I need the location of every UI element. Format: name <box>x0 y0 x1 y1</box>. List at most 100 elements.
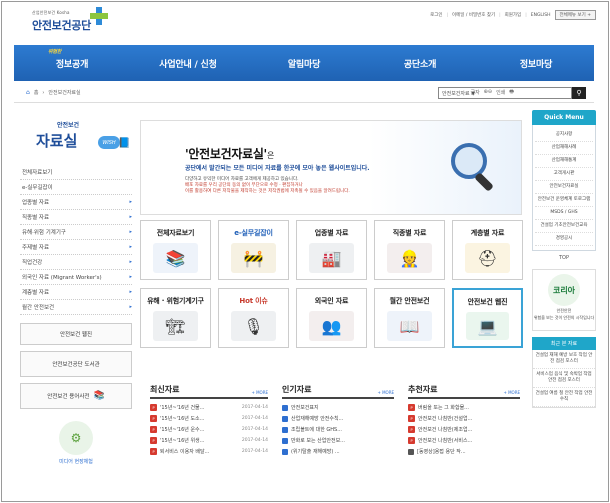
more-link[interactable]: + MORE <box>503 390 520 395</box>
tile-label: 월간 안전보건 <box>389 297 430 305</box>
sitemap-button[interactable]: 전체메뉴 보기 + <box>554 10 596 20</box>
list-item[interactable]: P 버림을 또는 그 화합물... <box>408 402 520 413</box>
list-item[interactable]: 조립볼트에 대한 GHS... <box>282 424 394 435</box>
quick-menu-item[interactable]: 건설업 기초안전보건교육 <box>535 220 593 233</box>
tile-e-guide[interactable]: e-실무길잡이 🚧 <box>218 220 289 280</box>
search-icon[interactable]: ⚲ <box>572 87 586 99</box>
list-item[interactable]: 안전보건표지 <box>282 402 394 413</box>
people-icon: 👥 <box>309 311 354 341</box>
document-icon <box>282 448 288 455</box>
search-select[interactable]: 안전보건자료 ▼ <box>438 87 572 99</box>
chevron-right-icon: ▸ <box>129 274 132 280</box>
nav-item-info[interactable]: 위험한 정보공개 <box>14 49 130 70</box>
side-nav-item[interactable]: 월간 안전보건 ▸ <box>20 300 132 315</box>
side-nav-item[interactable]: e-실무길잡이 <box>20 180 132 195</box>
tile-monthly[interactable]: 월간 안전보건 📖 <box>374 288 445 348</box>
quick-menu-item[interactable]: 경영공시 <box>535 233 593 246</box>
list-item[interactable]: P '15년~'16년 건물... 2017-04-14 <box>150 402 268 413</box>
list-item-text: 안전보건표지 <box>291 405 319 411</box>
hero-title: '안전보건자료실'은 <box>185 145 274 162</box>
nav-item-business[interactable]: 사업안내 / 신청 <box>130 57 246 70</box>
find-account-link[interactable]: 이메일 / 비밀번호 찾기 <box>452 12 495 18</box>
tile-level[interactable]: 계층별 자료 ⛑ <box>452 220 523 280</box>
list-item[interactable]: P 안전보건 나침반(제조업... <box>408 424 520 435</box>
chevron-right-icon: ▸ <box>129 289 132 295</box>
header: 산업안전보건 Kosha 안전보건공단 로그인 | 이메일 / 비밀번호 찾기 … <box>2 2 608 45</box>
tile-occupation[interactable]: 직종별 자료 👷 <box>374 220 445 280</box>
tile-foreigner[interactable]: 외국인 자료 👥 <box>296 288 367 348</box>
list-item[interactable]: P '15년~'16년 도소... 2017-04-14 <box>150 413 268 424</box>
recently-viewed-item[interactable]: 건설업 재해 예방 보호 작업 안전 점검 포스터 <box>533 350 595 369</box>
hero-desc-line: 이를 활용하여 다른 저작물을 제작하는 것은 저작권법에 저촉될 수 있음을 … <box>185 189 350 194</box>
nav-item-info-center[interactable]: 정보마당 <box>478 57 594 70</box>
logo[interactable]: 산업안전보건 Kosha 안전보건공단 <box>32 7 108 33</box>
list-item-text: 안전보건 나침반(건설업... <box>418 416 473 422</box>
quick-menu-item[interactable]: 안전보건자료실 <box>535 181 593 194</box>
quick-menu-title: Quick Menu <box>532 110 596 125</box>
korea-top-text: 안전안전 <box>556 308 572 313</box>
side-nav-item[interactable]: 업종별 자료 ▸ <box>20 195 132 210</box>
page-frame: 산업안전보건 Kosha 안전보건공단 로그인 | 이메일 / 비밀번호 찾기 … <box>1 1 609 502</box>
list-item-text: 산업재해예방 안전수칙... <box>291 416 344 422</box>
nav-item-label: 정보공개 <box>55 59 89 70</box>
recently-viewed-item[interactable]: 건설업 여름 철 안전 작업 안전 수칙 <box>533 388 595 407</box>
media-experience-banner[interactable]: ⚙ 미디어 현장체험 <box>20 421 132 465</box>
side-nav-item[interactable]: 직업건강 ▸ <box>20 255 132 270</box>
tile-hot-issue[interactable]: Hot 이슈 🎙 <box>218 288 289 348</box>
library-banner[interactable]: 안전보건공단 도서관 <box>20 351 132 377</box>
list-item-text: 만화로 보는 산업안전보... <box>291 438 345 444</box>
more-link[interactable]: + MORE <box>251 390 268 395</box>
quick-menu-item[interactable]: 공지사항 <box>535 129 593 142</box>
english-link[interactable]: ENGLISH <box>531 13 551 18</box>
tile-label: 업종별 자료 <box>314 229 349 237</box>
side-nav-item[interactable]: 계층별 자료 ▸ <box>20 285 132 300</box>
books-icon: 📚 <box>153 243 198 273</box>
tile-industry[interactable]: 업종별 자료 🏭 <box>296 220 367 280</box>
breadcrumb-home[interactable]: 홈 <box>34 89 39 96</box>
nav-item-notice[interactable]: 알림마당 <box>246 57 362 70</box>
side-nav-item[interactable]: 유해·위험 기계기구 ▸ <box>20 225 132 240</box>
video-icon <box>408 448 414 455</box>
pdf-icon: P <box>150 426 157 433</box>
list-item-text: 안전보건 나침반(서비스... <box>418 438 473 444</box>
list-item[interactable]: P 안전보건 나침반(서비스... <box>408 435 520 446</box>
breadcrumb-current: 안전보건자료실 <box>48 90 81 96</box>
webzine-banner[interactable]: 안전보건 웹진 <box>20 323 132 345</box>
list-item[interactable]: P 안전보건 나침반(건설업... <box>408 413 520 424</box>
side-nav-item[interactable]: 전체자료보기 <box>20 165 132 180</box>
glossary-banner[interactable]: 안전보건 용어사전 📚 <box>20 383 132 409</box>
wish-badge: WISH <box>98 136 120 149</box>
tile-all[interactable]: 전체자료보기 📚 <box>140 220 211 280</box>
tile-hazard-machinery[interactable]: 유해 · 위험기계기구 🏗 <box>140 288 211 348</box>
login-link[interactable]: 로그인 <box>430 12 442 18</box>
quick-menu-item[interactable]: 산업재해통계 <box>535 155 593 168</box>
list-item[interactable]: (위기탈출 재해예방) ... <box>282 446 394 457</box>
nav-item-about[interactable]: 공단소개 <box>362 57 478 70</box>
more-link[interactable]: + MORE <box>377 390 394 395</box>
side-nav-item[interactable]: 직종별 자료 ▸ <box>20 210 132 225</box>
quick-menu-item[interactable]: 고객게시판 <box>535 168 593 181</box>
signup-link[interactable]: 회원가입 <box>505 12 522 18</box>
side-nav-item[interactable]: 주제별 자료 ▸ <box>20 240 132 255</box>
list-item[interactable]: [동영상]용접 용단 작... <box>408 446 520 457</box>
list-item[interactable]: 산업재해예방 안전수칙... <box>282 413 394 424</box>
hero-title-suffix: 은 <box>266 151 274 160</box>
board-list: P 버림을 또는 그 화합물... P 안전보건 나침반(건설업... P 안전보건 … <box>408 402 520 457</box>
quick-menu-item[interactable]: 안전보건 운영체계 토로그램 <box>535 194 593 207</box>
recently-viewed-item[interactable]: 서비스업 음식 및 숙박업 작업 안전 점검 포스터 <box>533 369 595 388</box>
list-item[interactable]: P '15년~'16년 위생... 2017-04-14 <box>150 435 268 446</box>
side-nav-item[interactable]: 외국인 자료 (Migrant Worker's) ▸ <box>20 270 132 285</box>
magnifier-icon <box>451 143 493 191</box>
board-header: 인기자료 + MORE <box>282 384 394 399</box>
banner-label: 안전보건공단 도서관 <box>52 362 100 368</box>
helmet-icon: ⛑ <box>465 243 510 273</box>
quick-menu-item[interactable]: 산업재해사례 <box>535 142 593 155</box>
list-item[interactable]: 만화로 보는 산업안전보... <box>282 435 394 446</box>
list-item[interactable]: P 퇴서비스 이용자 배달... 2017-04-14 <box>150 446 268 457</box>
top-button[interactable]: TOP <box>532 255 596 261</box>
quick-menu-item[interactable]: MSDS / GHS <box>535 207 593 220</box>
home-icon[interactable]: ⌂ <box>26 89 30 96</box>
tile-webzine[interactable]: 안전보건 웹진 💻 <box>452 288 523 348</box>
list-item[interactable]: P '15년~'16년 운수... 2017-04-14 <box>150 424 268 435</box>
safety-korea-banner[interactable]: 코리아 안전안전 위험을 보는 것이 안전의 시작입니다 <box>532 269 596 331</box>
